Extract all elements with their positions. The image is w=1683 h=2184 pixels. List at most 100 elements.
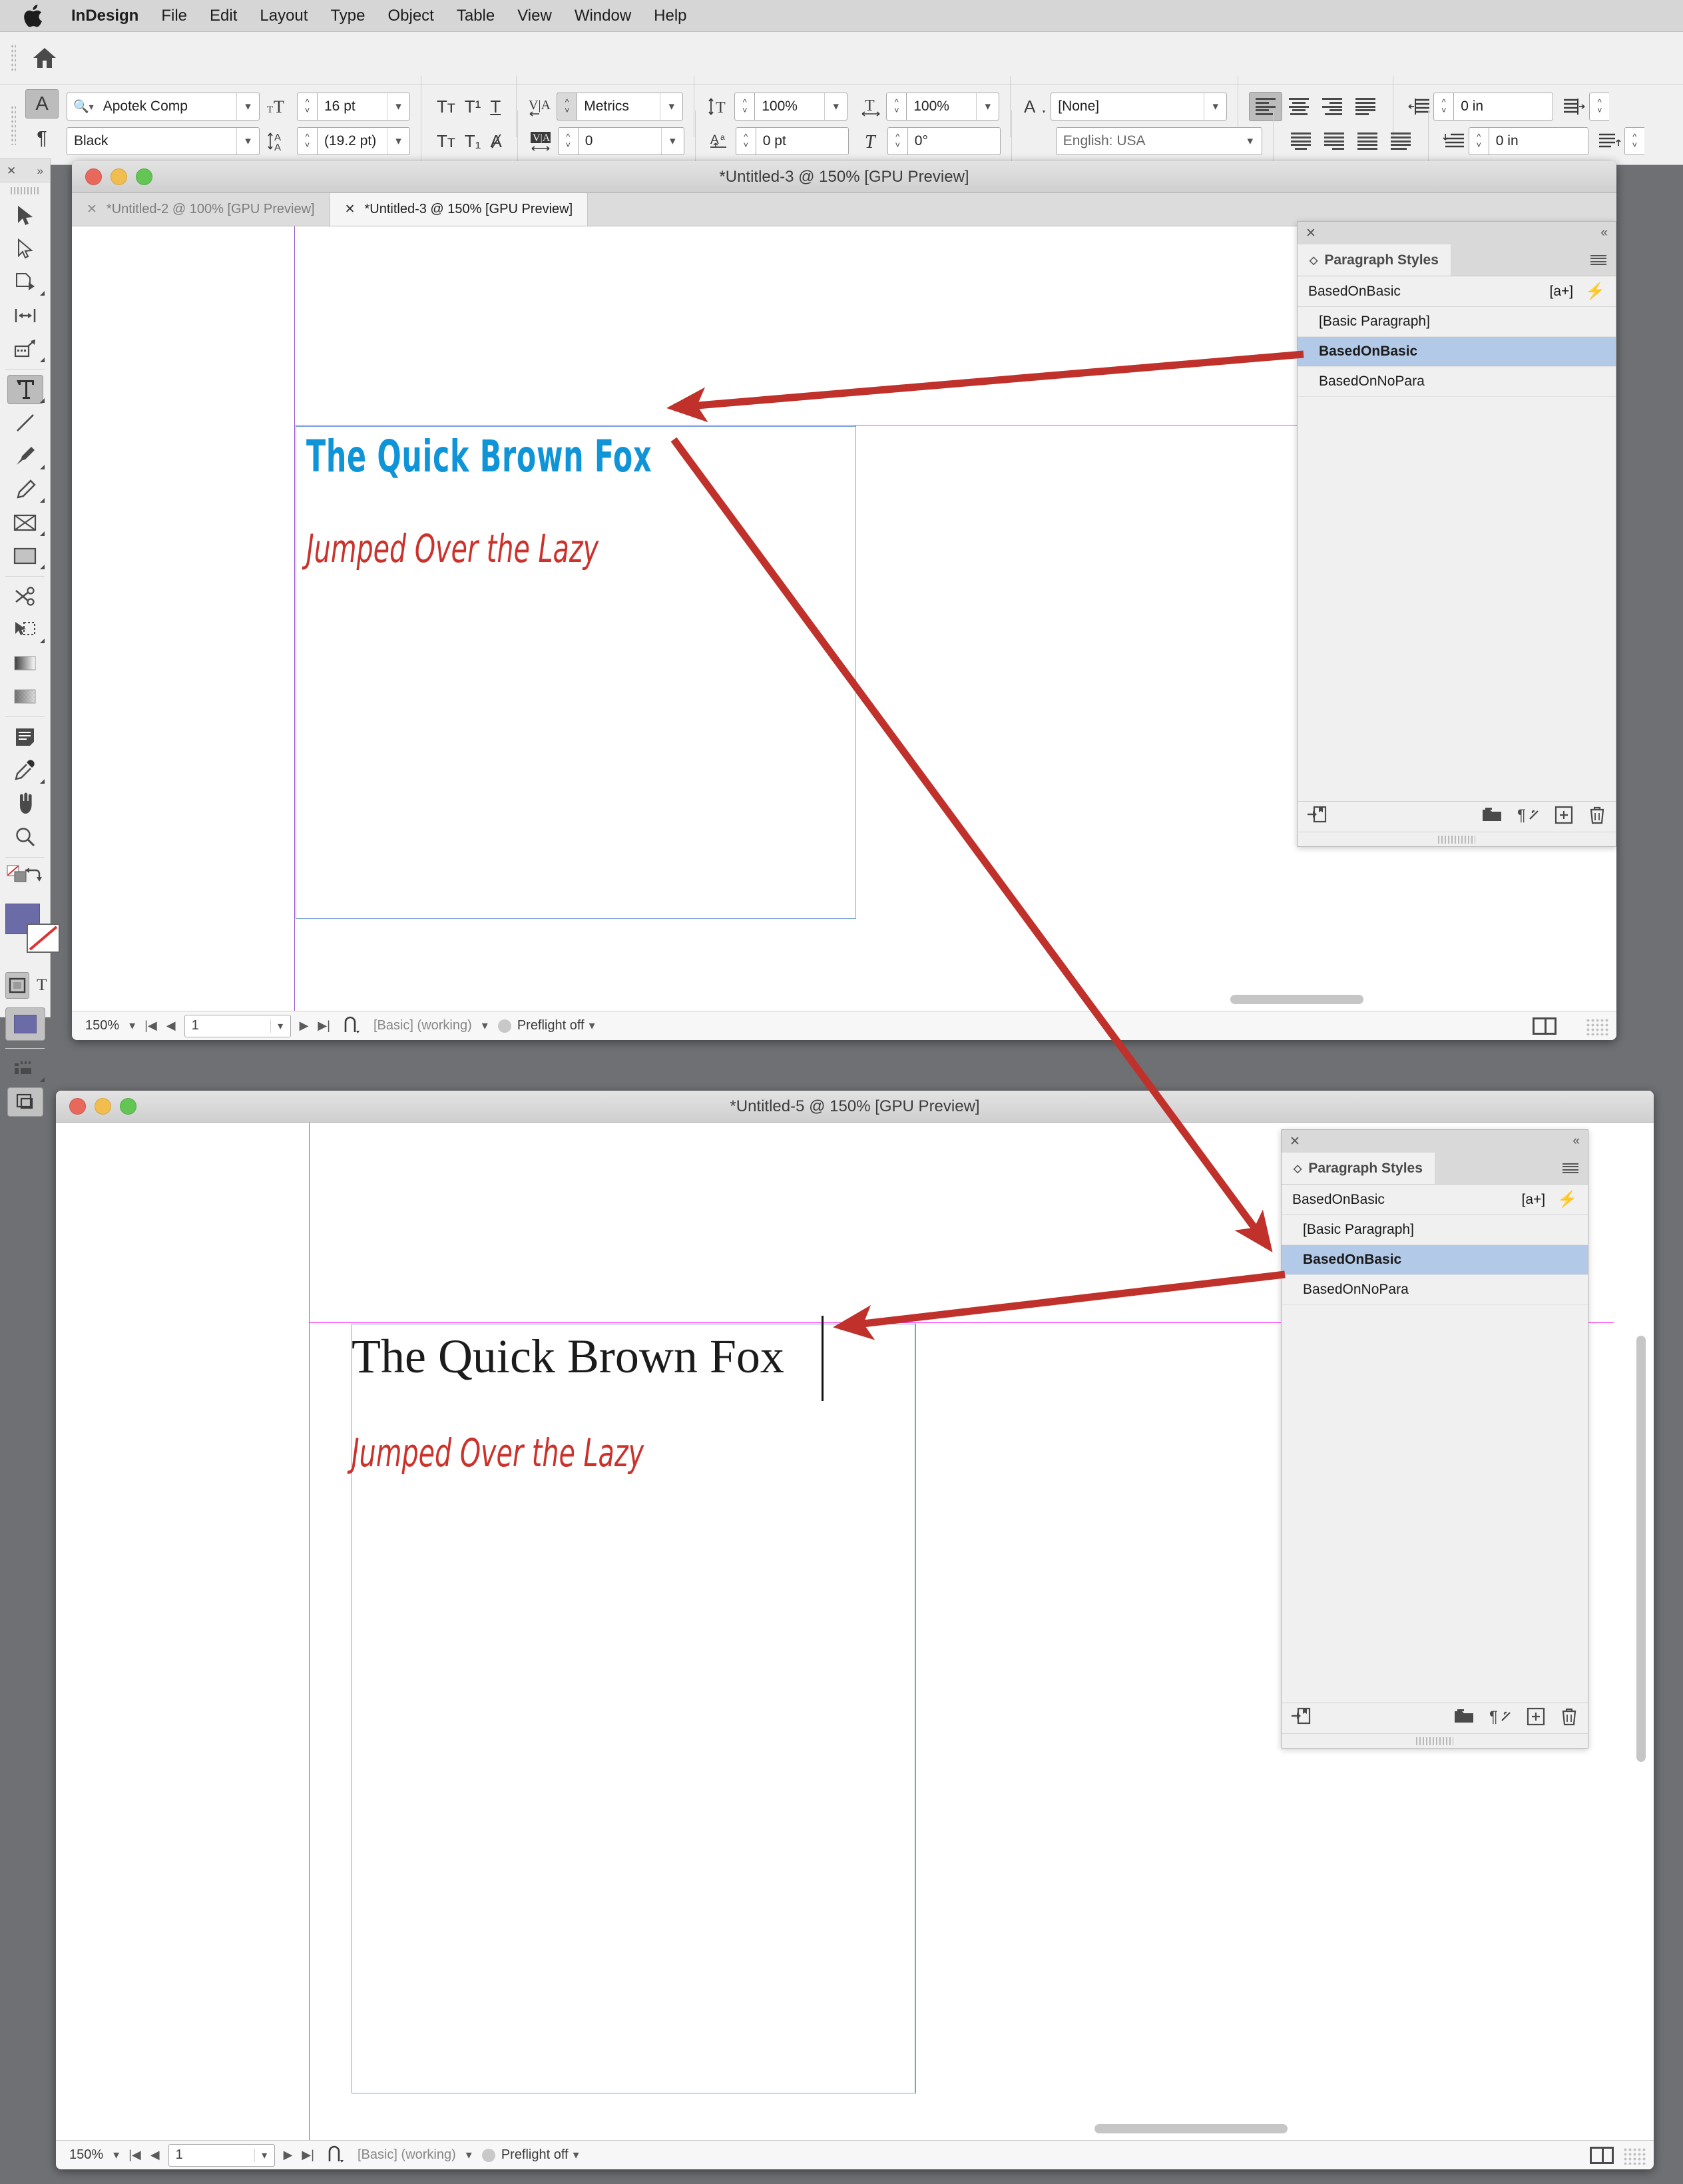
left-indent-group[interactable]: ^ ˅ 0 in	[1433, 93, 1554, 121]
right-indent-stepper[interactable]: ^ ˅	[1589, 93, 1610, 121]
preflight-status[interactable]: Preflight off ▾	[477, 2147, 589, 2163]
home-bar-grip[interactable]	[11, 44, 16, 72]
menu-layout[interactable]: Layout	[248, 0, 319, 32]
style-override-badge[interactable]: [a+]	[1549, 284, 1573, 300]
panel-2-resize-handle[interactable]	[1282, 1733, 1588, 1748]
window-2-resize-grip[interactable]	[1623, 2147, 1646, 2165]
close-window-button[interactable]	[69, 1098, 86, 1115]
justify-all-button[interactable]	[1351, 127, 1384, 156]
eyedropper-flyout-indicator[interactable]	[40, 779, 45, 784]
horizontal-scale-group[interactable]: ^ ˅ 100% ▾	[886, 93, 1000, 121]
clear-overrides-bolt-icon[interactable]: ⚡	[1585, 282, 1605, 301]
page-spread-toggle[interactable]	[1590, 2147, 1614, 2164]
preset-value[interactable]: [Basic] (working)	[368, 1018, 477, 1033]
eyedropper-tool[interactable]	[0, 754, 51, 787]
font-size-field[interactable]: 16 pt ▾	[317, 93, 410, 121]
kerning-stepper[interactable]: ^ ˅	[557, 93, 577, 121]
last-line-indent-stepper[interactable]: ^ ˅	[1624, 127, 1644, 155]
window-1-horizontal-scrollbar[interactable]	[1230, 995, 1363, 1004]
panel-1-top-bar[interactable]: ✕ «	[1298, 222, 1616, 244]
first-line-indent-field[interactable]: 0 in	[1488, 127, 1588, 155]
format-text-button[interactable]: T	[33, 976, 50, 995]
pencil-tool[interactable]	[0, 473, 51, 506]
vertical-scale-group[interactable]: ^ ˅ 100% ▾	[734, 93, 848, 121]
tracking-stepper[interactable]: ^ ˅	[557, 127, 578, 155]
new-style-group-icon[interactable]	[1481, 806, 1503, 827]
window-1-resize-grip[interactable]	[1586, 1018, 1608, 1035]
frame-tool-flyout-indicator[interactable]	[40, 531, 45, 536]
new-style-group-icon[interactable]	[1453, 1708, 1475, 1729]
delete-style-icon[interactable]	[1588, 805, 1606, 828]
tab-paragraph-styles[interactable]: ◇ Paragraph Styles	[1298, 244, 1451, 276]
page-spread-toggle[interactable]	[1533, 1017, 1557, 1035]
align-right-button[interactable]	[1316, 92, 1349, 121]
menu-edit[interactable]: Edit	[198, 0, 248, 32]
right-indent-group[interactable]: ^ ˅	[1589, 93, 1610, 121]
scissors-tool[interactable]	[0, 580, 51, 613]
panel-collapse-icon[interactable]: «	[1600, 226, 1608, 240]
minimize-window-button[interactable]	[111, 168, 127, 185]
new-style-icon[interactable]	[1527, 1707, 1545, 1729]
clear-overrides-icon[interactable]: ¶	[1489, 1707, 1512, 1729]
language-chevron-icon[interactable]: ▾	[1239, 128, 1262, 154]
style-override-badge[interactable]: [a+]	[1521, 1192, 1545, 1208]
menu-indesign[interactable]: InDesign	[60, 0, 150, 32]
preflight-status[interactable]: Preflight off ▾	[493, 1018, 605, 1033]
text-frame-1[interactable]	[296, 426, 856, 919]
left-indent-stepper[interactable]: ^ ˅	[1433, 93, 1454, 121]
type-tool[interactable]	[0, 373, 51, 406]
font-size-chevron-icon[interactable]: ▾	[387, 93, 409, 120]
vertical-scale-field[interactable]: 100% ▾	[754, 93, 848, 121]
zoom-chevron-icon[interactable]: ▾	[109, 2148, 124, 2162]
pen-tool-flyout-indicator[interactable]	[40, 465, 45, 469]
style-row-basedonbasic[interactable]: BasedOnBasic	[1298, 337, 1616, 367]
swap-fill-stroke-icon[interactable]	[23, 866, 43, 884]
paragraph-styles-panel-2[interactable]: ✕ « ◇ Paragraph Styles BasedOnBasic [a+]…	[1281, 1129, 1588, 1749]
next-page-button[interactable]: ▶	[295, 1019, 314, 1033]
kerning-group[interactable]: ^ ˅ Metrics ▾	[557, 93, 684, 121]
last-line-indent-group[interactable]: ^ ˅	[1624, 127, 1644, 155]
justify-center-button[interactable]	[1284, 127, 1318, 156]
baseline-shift-stepper[interactable]: ^ ˅	[735, 127, 756, 155]
style-row-basic-paragraph[interactable]: [Basic Paragraph]	[1282, 1215, 1588, 1245]
tools-expand-icon[interactable]: »	[37, 164, 43, 178]
first-line-indent-stepper[interactable]: ^ ˅	[1468, 127, 1489, 155]
load-styles-icon[interactable]	[1291, 1707, 1311, 1729]
apple-logo-icon[interactable]	[23, 4, 43, 27]
next-page-button[interactable]: ▶	[279, 2148, 298, 2162]
gap-tool[interactable]	[0, 299, 51, 332]
character-style-chevron-icon[interactable]: ▾	[1204, 93, 1226, 120]
preflight-chevron-icon[interactable]: ▾	[585, 1019, 600, 1033]
panel-1-resize-handle[interactable]	[1298, 832, 1616, 846]
zoom-tool[interactable]	[0, 820, 51, 854]
preflight-profile-icon[interactable]	[319, 2145, 352, 2165]
tools-panel-grip[interactable]	[10, 184, 40, 196]
pencil-tool-flyout-indicator[interactable]	[40, 498, 45, 503]
view-mode-flyout-indicator[interactable]	[40, 1077, 45, 1082]
underline-button[interactable]: T	[485, 97, 505, 117]
style-row-basedonnopara[interactable]: BasedOnNoPara	[1282, 1275, 1588, 1305]
panel-2-top-bar[interactable]: ✕ «	[1282, 1130, 1588, 1153]
screen-mode-button[interactable]	[0, 1085, 51, 1119]
menu-help[interactable]: Help	[642, 0, 698, 32]
zoom-level-value[interactable]: 150%	[72, 1018, 124, 1033]
tab-untitled-3[interactable]: ✕ *Untitled-3 @ 150% [GPU Preview]	[330, 193, 589, 226]
vertical-scale-stepper[interactable]: ^ ˅	[734, 93, 755, 121]
page-number-chevron-icon[interactable]: ▾	[254, 2148, 274, 2162]
free-transform-tool[interactable]	[0, 613, 51, 647]
direct-selection-tool[interactable]	[0, 232, 51, 266]
vertical-scale-chevron-icon[interactable]: ▾	[824, 93, 847, 120]
note-tool[interactable]	[0, 720, 51, 754]
zoom-level-value[interactable]: 150%	[56, 2147, 109, 2163]
subscript-button[interactable]: T₁	[460, 131, 486, 152]
minimize-window-button[interactable]	[95, 1098, 111, 1115]
control-panel-grip[interactable]	[11, 105, 16, 145]
delete-style-icon[interactable]	[1560, 1707, 1578, 1730]
menu-view[interactable]: View	[506, 0, 563, 32]
free-transform-flyout-indicator[interactable]	[40, 639, 45, 643]
superscript-button[interactable]: T¹	[460, 97, 486, 117]
pen-tool[interactable]	[0, 439, 51, 473]
window-1-titlebar[interactable]: *Untitled-3 @ 150% [GPU Preview]	[72, 161, 1616, 193]
justify-left-button[interactable]	[1349, 92, 1382, 121]
horizontal-scale-field[interactable]: 100% ▾	[906, 93, 1000, 121]
